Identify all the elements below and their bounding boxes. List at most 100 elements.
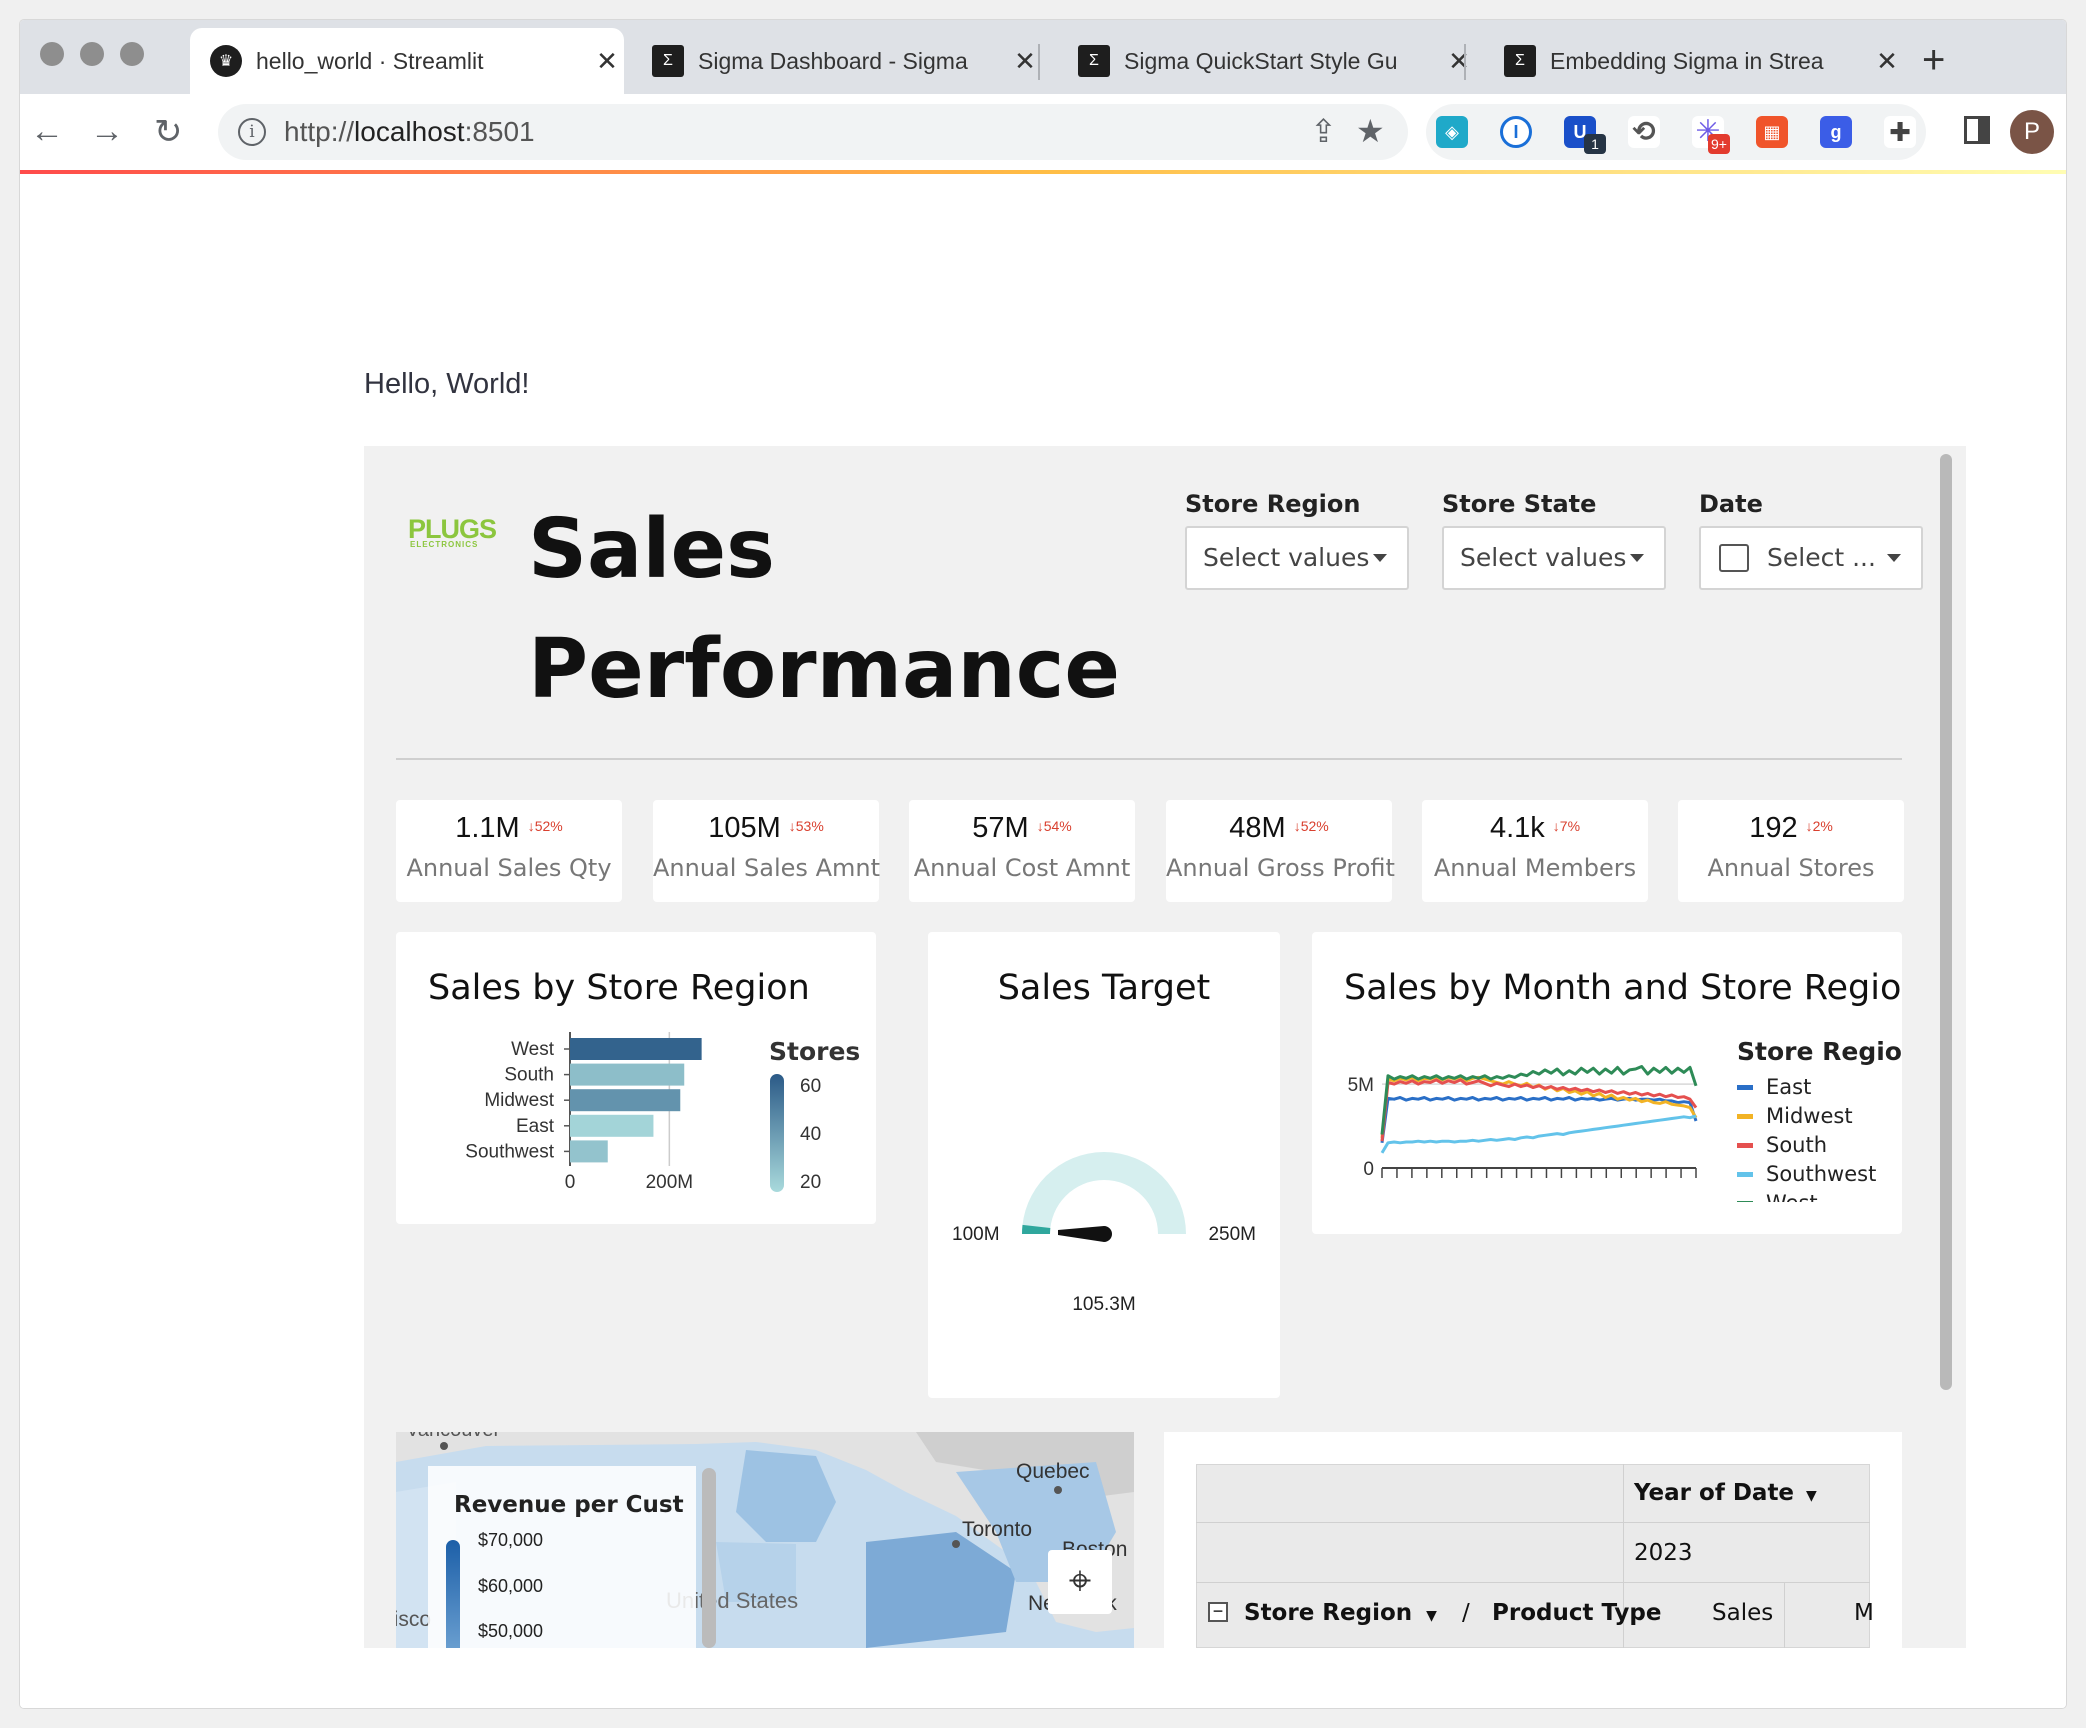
extensions-puzzle-icon[interactable]: ✚ bbox=[1884, 116, 1916, 148]
kpi-label: Annual Sales Amnt bbox=[653, 854, 880, 882]
measure-header-truncated[interactable]: M bbox=[1854, 1600, 1874, 1626]
kpi-value: 57M bbox=[972, 812, 1029, 844]
kpi-label: Annual Members bbox=[1433, 854, 1637, 882]
bar-chart-card[interactable]: Sales by Store Region West South Midwest Ea… bbox=[396, 932, 876, 1224]
close-tab-icon[interactable]: ✕ bbox=[1870, 46, 1904, 77]
minimize-window-button[interactable] bbox=[80, 42, 104, 66]
gauge-needle bbox=[1058, 1226, 1112, 1242]
browser-tab-sigma-dashboard[interactable]: Σ Sigma Dashboard - Sigma ✕ bbox=[632, 28, 1042, 94]
line-legend-swatch bbox=[1737, 1172, 1753, 1177]
sigma-icon: Σ bbox=[1504, 45, 1536, 77]
map-label: Vancouver bbox=[406, 1432, 500, 1441]
kpi-annual-sales-amnt[interactable]: 105M ↓53% Annual Sales Amnt bbox=[653, 800, 880, 902]
chevron-down-icon bbox=[1373, 554, 1387, 562]
bar-legend-scale bbox=[770, 1074, 784, 1192]
revenue-map[interactable]: Vancouver Quebec Toronto Boston United S… bbox=[396, 1432, 1134, 1648]
kpi-label: Annual Cost Amnt bbox=[913, 854, 1131, 882]
forward-arrow-icon[interactable]: → bbox=[90, 112, 124, 151]
down-arrow-icon: ↓ bbox=[1552, 818, 1560, 834]
extension-orange-icon[interactable]: ▦ bbox=[1756, 116, 1788, 148]
locate-crosshair-icon[interactable]: ⌖ bbox=[1048, 1550, 1112, 1614]
row-header-label: Store Region bbox=[1244, 1600, 1413, 1626]
kpi-change-down: ↓53% bbox=[789, 818, 824, 834]
sales-by-month-chart: 5M 0 Store Region East Midwest South Southwest… bbox=[1348, 1037, 1902, 1202]
maximize-window-button[interactable] bbox=[120, 42, 144, 66]
bar-x-tick-label: 0 bbox=[565, 1172, 576, 1193]
map-city-marker bbox=[440, 1442, 448, 1450]
side-panel-icon[interactable] bbox=[1964, 116, 1990, 144]
store-region-filter[interactable]: Select values bbox=[1185, 526, 1409, 590]
map-legend-scrollbar[interactable] bbox=[702, 1468, 716, 1648]
row-header-store-region[interactable]: Store Region ▼ bbox=[1244, 1600, 1437, 1626]
extension-g-icon[interactable]: g bbox=[1820, 116, 1852, 148]
pivot-table-card[interactable]: Year of Date ▼ 2023 − Store Region ▼ / Pro… bbox=[1164, 1432, 1902, 1648]
kpi-change: 53% bbox=[795, 818, 824, 834]
kpi-change-down: ↓2% bbox=[1806, 818, 1833, 834]
table-divider bbox=[1784, 1582, 1785, 1648]
bar-x-tick-label: 200M bbox=[646, 1172, 694, 1193]
extension-sync-icon[interactable]: ⟲ bbox=[1628, 116, 1660, 148]
close-tab-icon[interactable]: ✕ bbox=[1008, 46, 1042, 77]
calendar-icon bbox=[1719, 544, 1749, 572]
extension-diamond-icon[interactable]: ◈ bbox=[1436, 116, 1468, 148]
table-divider bbox=[1196, 1522, 1870, 1523]
address-bar[interactable]: i http://localhost:8501 ⇪ ★ bbox=[218, 104, 1408, 160]
kpi-change: 52% bbox=[534, 818, 563, 834]
measure-header-sales[interactable]: Sales bbox=[1712, 1600, 1773, 1626]
new-tab-button[interactable]: + bbox=[1922, 38, 1945, 83]
column-header-year[interactable]: Year of Date ▼ bbox=[1634, 1480, 1817, 1506]
kpi-label: Annual Sales Qty bbox=[406, 854, 612, 882]
line-y-tick-label: 5M bbox=[1348, 1075, 1374, 1096]
tab-strip: ♛ hello_world · Streamlit ✕ Σ Sigma Dash… bbox=[20, 20, 2066, 94]
streamlit-crown-icon: ♛ bbox=[210, 45, 242, 77]
kpi-annual-members[interactable]: 4.1k ↓7% Annual Members bbox=[1422, 800, 1648, 902]
url-text[interactable]: http://localhost:8501 bbox=[284, 116, 535, 148]
kpi-annual-stores[interactable]: 192 ↓2% Annual Stores bbox=[1678, 800, 1904, 902]
sales-by-region-chart: West South Midwest East Southwest 0 200M Stores… bbox=[465, 1032, 860, 1193]
frame-scrollbar[interactable] bbox=[1940, 454, 1952, 1390]
collapse-minus-icon[interactable]: − bbox=[1208, 1602, 1228, 1622]
close-window-button[interactable] bbox=[40, 42, 64, 66]
back-arrow-icon[interactable]: ← bbox=[30, 112, 64, 151]
bar-legend-title: Stores bbox=[769, 1037, 860, 1066]
browser-tab-streamlit[interactable]: ♛ hello_world · Streamlit ✕ bbox=[190, 28, 624, 94]
kpi-annual-gross-profit[interactable]: 48M ↓52% Annual Gross Profit bbox=[1166, 800, 1395, 902]
map-label: Quebec bbox=[1016, 1460, 1090, 1483]
line-legend-swatch bbox=[1737, 1201, 1753, 1202]
tab-separator bbox=[1464, 44, 1466, 80]
kpi-value: 1.1M bbox=[455, 812, 520, 844]
bookmark-star-icon[interactable]: ★ bbox=[1356, 112, 1385, 150]
close-tab-icon[interactable]: ✕ bbox=[590, 46, 624, 77]
password-manager-icon[interactable]: I bbox=[1500, 116, 1532, 148]
tab-title: Sigma Dashboard - Sigma bbox=[698, 47, 968, 74]
down-arrow-icon: ↓ bbox=[1805, 818, 1813, 834]
down-arrow-icon: ↓ bbox=[1036, 818, 1044, 834]
line-chart-card[interactable]: Sales by Month and Store Region 5M 0 Store… bbox=[1312, 932, 1902, 1234]
bar-category-label: West bbox=[511, 1039, 555, 1060]
store-state-filter[interactable]: Select values bbox=[1442, 526, 1666, 590]
reload-icon[interactable]: ↻ bbox=[154, 112, 183, 152]
caret-down-icon: ▼ bbox=[1806, 1488, 1817, 1504]
header-separator: / bbox=[1462, 1600, 1470, 1626]
gauge-chart-card[interactable]: Sales Target 100M 250M 105.3M bbox=[928, 932, 1280, 1398]
browser-tab-embedding-sigma[interactable]: Σ Embedding Sigma in Strea ✕ bbox=[1484, 28, 1904, 94]
gauge-value-label: 105.3M bbox=[1072, 1294, 1135, 1315]
url-host: localhost bbox=[354, 116, 465, 147]
bar-legend-tick: 60 bbox=[800, 1076, 821, 1097]
kpi-annual-sales-qty[interactable]: 1.1M ↓52% Annual Sales Qty bbox=[396, 800, 622, 902]
share-icon[interactable]: ⇪ bbox=[1310, 112, 1337, 150]
close-tab-icon[interactable]: ✕ bbox=[1442, 46, 1476, 77]
extension-badge: 1 bbox=[1584, 134, 1606, 154]
dashboard-title: Sales Performance bbox=[528, 502, 1120, 717]
kpi-annual-cost-amnt[interactable]: 57M ↓54% Annual Cost Amnt bbox=[909, 800, 1135, 902]
site-info-icon[interactable]: i bbox=[238, 118, 266, 146]
kpi-change-down: ↓52% bbox=[1294, 818, 1329, 834]
bar-category-label: East bbox=[516, 1116, 555, 1137]
chevron-down-icon bbox=[1887, 554, 1901, 562]
date-filter[interactable]: Select ... bbox=[1699, 526, 1923, 590]
profile-avatar[interactable]: P bbox=[2010, 110, 2054, 154]
map-legend: Revenue per Cust $70,000 $60,000 $50,000 bbox=[428, 1466, 696, 1648]
browser-tab-sigma-quickstart[interactable]: Σ Sigma QuickStart Style Gu ✕ bbox=[1058, 28, 1476, 94]
row-header-product-type[interactable]: Product Type bbox=[1492, 1600, 1662, 1626]
filter-label-store-state: Store State bbox=[1442, 490, 1597, 518]
